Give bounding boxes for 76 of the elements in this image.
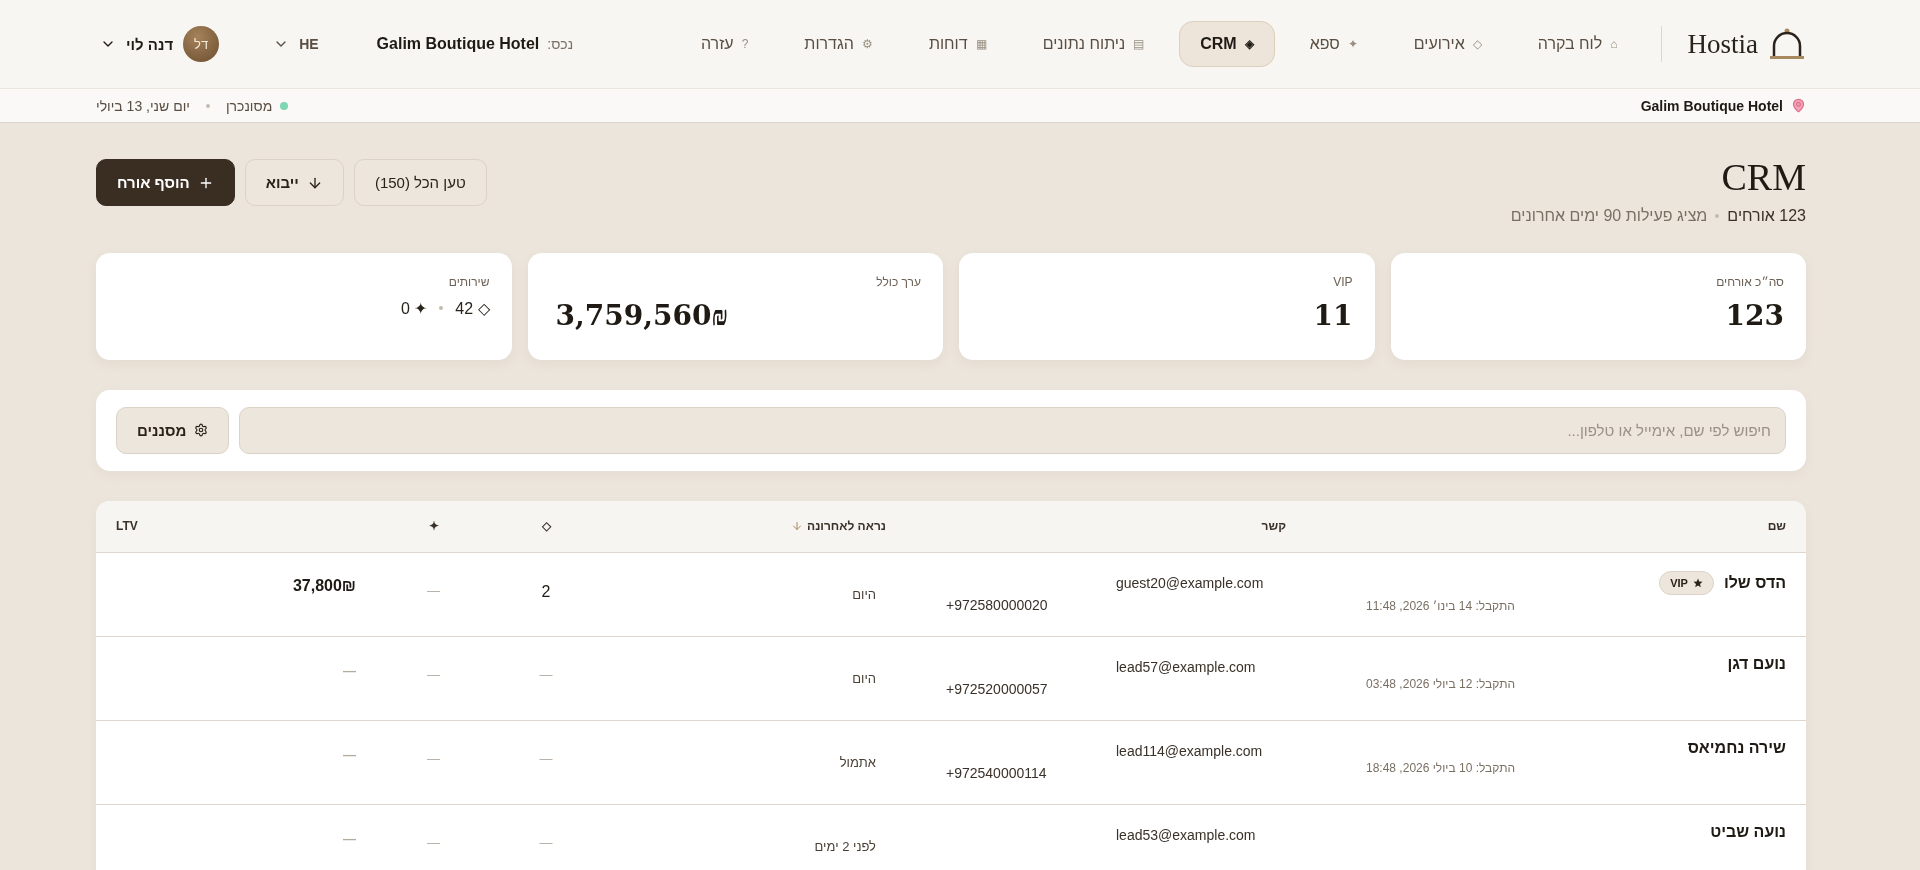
current-date: יום שני, 13 ביולי — [96, 97, 190, 114]
last-seen: אתמול — [839, 754, 876, 770]
table-cell: — — [539, 750, 553, 766]
received-date: התקבל: 14 בינו׳ 2026, 11:48 — [1366, 598, 1515, 613]
column-header[interactable]: קשר — [906, 519, 1346, 534]
guest-email: lead57@example.com — [1116, 658, 1257, 675]
guest-phone: +972580000020 — [946, 596, 1049, 613]
page-subtitle: מציג פעילות 90 ימים אחרונים — [1510, 206, 1708, 225]
column-header[interactable]: שם — [1346, 519, 1806, 534]
import-button[interactable]: ייבוא — [244, 159, 344, 206]
guest-phone: +972520000057 — [946, 680, 1049, 697]
stat-label: ערך כולל — [875, 274, 921, 289]
property-name: Galim Boutique Hotel — [376, 35, 540, 53]
nav-tab[interactable]: ◇ אירועים — [1392, 21, 1503, 67]
user-menu[interactable]: דל דנה לוי — [96, 22, 224, 66]
column-header[interactable]: ◇ — [491, 519, 601, 534]
guest-email: lead114@example.com — [1116, 742, 1264, 759]
last-seen: לפני 2 ימים — [814, 838, 876, 854]
guest-email: lead53@example.com — [1116, 826, 1257, 843]
avatar: דל — [183, 26, 220, 62]
column-header[interactable]: LTV — [96, 519, 376, 534]
lifetime-value: 37,800₪ — [292, 576, 356, 595]
sync-status: מסונכרן — [225, 97, 273, 114]
nav-tab[interactable]: ▤ ניתוח נתונים — [1021, 21, 1166, 67]
nav-tab[interactable]: ⌂ לוח בקרה — [1516, 21, 1639, 67]
property-label: נכס: — [547, 36, 574, 52]
table-cell: — — [539, 666, 553, 682]
received-date: התקבל: 10 ביולי 2026, 18:48 — [1366, 760, 1516, 775]
guest-name[interactable]: הדס שלו — [1723, 573, 1786, 592]
lifetime-value: — — [343, 830, 356, 846]
stat-label: שירותים — [447, 274, 490, 289]
brand-logo-text: Hostia — [1687, 28, 1758, 60]
nav-tab[interactable]: ⚙ הגדרות — [783, 21, 894, 67]
guest-count: 123 אורחים — [1727, 206, 1806, 225]
search-field[interactable]: חיפוש לפי שם, אימייל או טלפון... — [239, 406, 1786, 454]
service-count: ◇ 42 — [455, 298, 490, 318]
table-cell: — — [427, 750, 440, 766]
nav-tab[interactable]: ▦ דוחות — [907, 21, 1008, 67]
settings-icon — [194, 423, 209, 438]
column-header[interactable]: נראה לאחרונה — [601, 519, 906, 534]
nav-tab[interactable]: ? עזרה — [679, 21, 770, 67]
sync-status-dot-icon — [280, 101, 289, 110]
table-cell: — — [427, 834, 440, 850]
table-cell: 2 — [541, 582, 551, 600]
guest-email: guest20@example.com — [1116, 574, 1265, 591]
nav-tab[interactable]: ◈ CRM — [1179, 21, 1275, 67]
last-seen: היום — [852, 586, 876, 602]
stat-label: סה״כ אורחים — [1715, 274, 1784, 289]
load-all-button[interactable]: טען הכל (150) — [353, 159, 487, 206]
bell-logo-icon — [1768, 26, 1806, 62]
page-title: CRM — [1720, 157, 1806, 199]
vip-badge: VIP — [1659, 570, 1714, 595]
language-selector[interactable]: HE — [269, 32, 323, 56]
table-cell: — — [427, 666, 440, 682]
star-icon — [1692, 577, 1703, 588]
stat-value: 11 — [1312, 298, 1353, 332]
received-date: התקבל: 12 ביולי 2026, 03:48 — [1366, 676, 1516, 691]
guest-name[interactable]: נועם דגן — [1727, 654, 1786, 673]
guest-name[interactable]: שירה נחמיאס — [1687, 738, 1786, 757]
stat-value: 123 — [1724, 298, 1784, 332]
filters-button[interactable]: מסננים — [116, 406, 230, 454]
location-pin-icon — [1791, 98, 1806, 113]
stat-label: VIP — [1332, 274, 1353, 289]
lifetime-value: — — [343, 746, 356, 762]
stat-value: 3,759,560₪ — [555, 298, 729, 332]
lifetime-value: — — [343, 662, 356, 678]
last-seen: היום — [852, 670, 876, 686]
table-cell: — — [427, 582, 440, 598]
add-guest-button[interactable]: הוסף אורח — [96, 159, 235, 206]
guest-name[interactable]: נועה שביט — [1710, 822, 1786, 841]
nav-tab[interactable]: ✦ ספא — [1288, 21, 1379, 67]
column-header[interactable]: ✦ — [376, 519, 491, 534]
guest-phone: +972540000114 — [946, 764, 1048, 781]
table-cell: — — [539, 834, 553, 850]
service-count: ✦ 0 — [400, 298, 428, 318]
location-name: Galim Boutique Hotel — [1640, 97, 1783, 114]
